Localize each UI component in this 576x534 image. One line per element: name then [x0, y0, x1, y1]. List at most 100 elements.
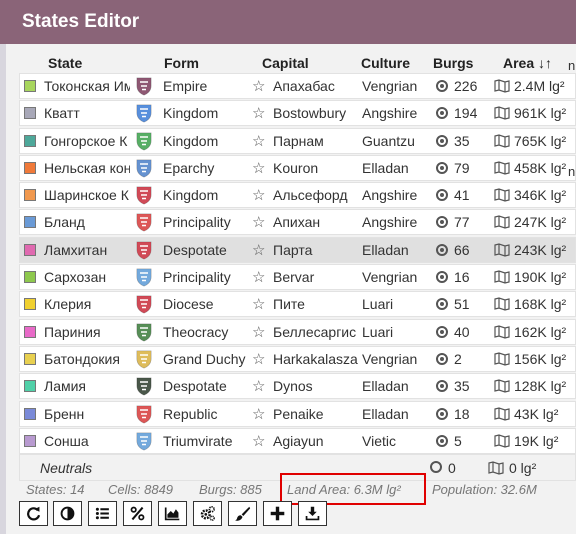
- column-header-culture[interactable]: Culture: [361, 55, 410, 71]
- add-state-button[interactable]: [263, 501, 292, 526]
- coat-of-arms-icon[interactable]: [136, 132, 152, 151]
- state-name[interactable]: Гонгорское К: [44, 133, 130, 149]
- state-culture[interactable]: Guantzu: [362, 133, 415, 149]
- state-capital[interactable]: Kouron: [273, 160, 359, 176]
- state-name[interactable]: Париния: [44, 324, 130, 340]
- coat-of-arms-icon[interactable]: [136, 241, 152, 260]
- state-capital[interactable]: Bostowbury: [273, 105, 359, 121]
- coat-of-arms-icon[interactable]: [136, 323, 152, 342]
- state-culture[interactable]: Luari: [362, 324, 393, 340]
- state-color-swatch[interactable]: [24, 216, 36, 229]
- state-culture[interactable]: Vengrian: [362, 269, 417, 285]
- state-culture[interactable]: Luari: [362, 296, 393, 312]
- state-form[interactable]: Despotate: [163, 378, 227, 394]
- state-form[interactable]: Kingdom: [163, 105, 218, 121]
- state-form[interactable]: Triumvirate: [163, 433, 233, 449]
- state-color-swatch[interactable]: [24, 107, 36, 120]
- coat-of-arms-icon[interactable]: [136, 268, 152, 287]
- state-color-swatch[interactable]: [24, 352, 36, 365]
- state-row[interactable]: Бренн Republic ☆ Penaike Elladan 18 43K lg²: [19, 400, 576, 427]
- state-form[interactable]: Principality: [163, 269, 231, 285]
- state-color-swatch[interactable]: [24, 189, 36, 202]
- state-culture[interactable]: Vengrian: [362, 78, 417, 94]
- state-row[interactable]: Париния Theocracy ☆ Беллесаргис Luari 40 162K …: [19, 318, 576, 345]
- state-capital[interactable]: Альсефорд: [273, 187, 359, 203]
- state-name[interactable]: Ламхитан: [44, 242, 130, 258]
- state-row[interactable]: Ламхитан Despotate ☆ Парта Elladan 66 243K lg²: [19, 236, 576, 263]
- state-culture[interactable]: Vietic: [362, 433, 396, 449]
- state-name[interactable]: Бланд: [44, 214, 130, 230]
- state-form[interactable]: Kingdom: [163, 187, 218, 203]
- state-culture[interactable]: Angshire: [362, 105, 417, 121]
- state-form[interactable]: Principality: [163, 214, 231, 230]
- state-row[interactable]: Нельская кон Eparchy ☆ Kouron Elladan 79 458K …: [19, 154, 576, 181]
- state-culture[interactable]: Angshire: [362, 187, 417, 203]
- state-capital[interactable]: Парта: [273, 242, 359, 258]
- refresh-button[interactable]: [19, 501, 48, 526]
- state-capital[interactable]: Agiayun: [273, 433, 359, 449]
- state-capital[interactable]: Bervar: [273, 269, 359, 285]
- coat-of-arms-icon[interactable]: [136, 186, 152, 205]
- state-row[interactable]: Бланд Principality ☆ Апихан Angshire 77 247K l…: [19, 209, 576, 236]
- state-capital[interactable]: Апахабас: [273, 78, 359, 94]
- state-color-swatch[interactable]: [24, 243, 36, 256]
- state-color-swatch[interactable]: [24, 380, 36, 393]
- state-color-swatch[interactable]: [24, 161, 36, 174]
- state-row[interactable]: Батондокия Grand Duchy ☆ Harkakalasza Vengri…: [19, 345, 576, 372]
- state-row[interactable]: Клерия Diocese ☆ Пите Luari 51 168K lg²: [19, 291, 576, 318]
- percentage-button[interactable]: [123, 501, 152, 526]
- state-form[interactable]: Theocracy: [163, 324, 228, 340]
- chart-button[interactable]: [158, 501, 187, 526]
- state-capital[interactable]: Пите: [273, 296, 359, 312]
- coat-of-arms-icon[interactable]: [136, 405, 152, 424]
- state-culture[interactable]: Elladan: [362, 242, 409, 258]
- state-capital[interactable]: Апихан: [273, 214, 359, 230]
- coat-of-arms-icon[interactable]: [136, 377, 152, 396]
- state-row[interactable]: Кватт Kingdom ☆ Bostowbury Angshire 194 961K l…: [19, 100, 576, 127]
- state-name[interactable]: Токонская Им: [44, 78, 130, 94]
- coat-of-arms-icon[interactable]: [136, 159, 152, 178]
- state-capital[interactable]: Dynos: [273, 378, 359, 394]
- state-capital[interactable]: Harkakalasza: [273, 351, 359, 367]
- state-color-swatch[interactable]: [24, 434, 36, 447]
- state-name[interactable]: Нельская кон: [44, 160, 130, 176]
- state-row[interactable]: Ламия Despotate ☆ Dynos Elladan 35 128K lg²: [19, 373, 576, 400]
- state-name[interactable]: Бренн: [44, 406, 130, 422]
- state-color-swatch[interactable]: [24, 298, 36, 311]
- toggle-display-button[interactable]: [53, 501, 82, 526]
- coat-of-arms-icon[interactable]: [136, 213, 152, 232]
- state-color-swatch[interactable]: [24, 407, 36, 420]
- state-culture[interactable]: Elladan: [362, 160, 409, 176]
- state-row[interactable]: Гонгорское К Kingdom ☆ Парнам Guantzu 35 765K …: [19, 127, 576, 154]
- state-culture[interactable]: Angshire: [362, 214, 417, 230]
- state-capital[interactable]: Беллесаргис: [273, 324, 359, 340]
- state-row[interactable]: Сонша Triumvirate ☆ Agiayun Vietic 5 19K lg²: [19, 427, 576, 454]
- coat-of-arms-icon[interactable]: [136, 295, 152, 314]
- state-form[interactable]: Diocese: [163, 296, 214, 312]
- state-form[interactable]: Empire: [163, 78, 207, 94]
- legend-button[interactable]: [88, 501, 117, 526]
- coat-of-arms-icon[interactable]: [136, 104, 152, 123]
- manual-edit-button[interactable]: [193, 501, 222, 526]
- coat-of-arms-icon[interactable]: [136, 77, 152, 96]
- state-row[interactable]: Шаринское К Kingdom ☆ Альсефорд Angshire 41 34…: [19, 182, 576, 209]
- state-name[interactable]: Сархозан: [44, 269, 130, 285]
- column-header-burgs[interactable]: Burgs: [433, 55, 473, 71]
- regenerate-button[interactable]: [228, 501, 257, 526]
- state-row[interactable]: Сархозан Principality ☆ Bervar Vengrian 16 190…: [19, 264, 576, 291]
- column-header-form[interactable]: Form: [164, 55, 199, 71]
- state-name[interactable]: Клерия: [44, 296, 130, 312]
- state-color-swatch[interactable]: [24, 80, 36, 92]
- state-culture[interactable]: Vengrian: [362, 351, 417, 367]
- download-button[interactable]: [298, 501, 327, 526]
- state-capital[interactable]: Penaike: [273, 406, 359, 422]
- state-name[interactable]: Сонша: [44, 433, 130, 449]
- column-header-area[interactable]: Area ↓↑: [503, 55, 552, 71]
- state-form[interactable]: Kingdom: [163, 133, 218, 149]
- dialog-titlebar[interactable]: States Editor: [0, 0, 576, 44]
- state-name[interactable]: Батондокия: [44, 351, 130, 367]
- state-form[interactable]: Eparchy: [163, 160, 214, 176]
- state-capital[interactable]: Парнам: [273, 133, 359, 149]
- state-form[interactable]: Despotate: [163, 242, 227, 258]
- state-culture[interactable]: Elladan: [362, 406, 409, 422]
